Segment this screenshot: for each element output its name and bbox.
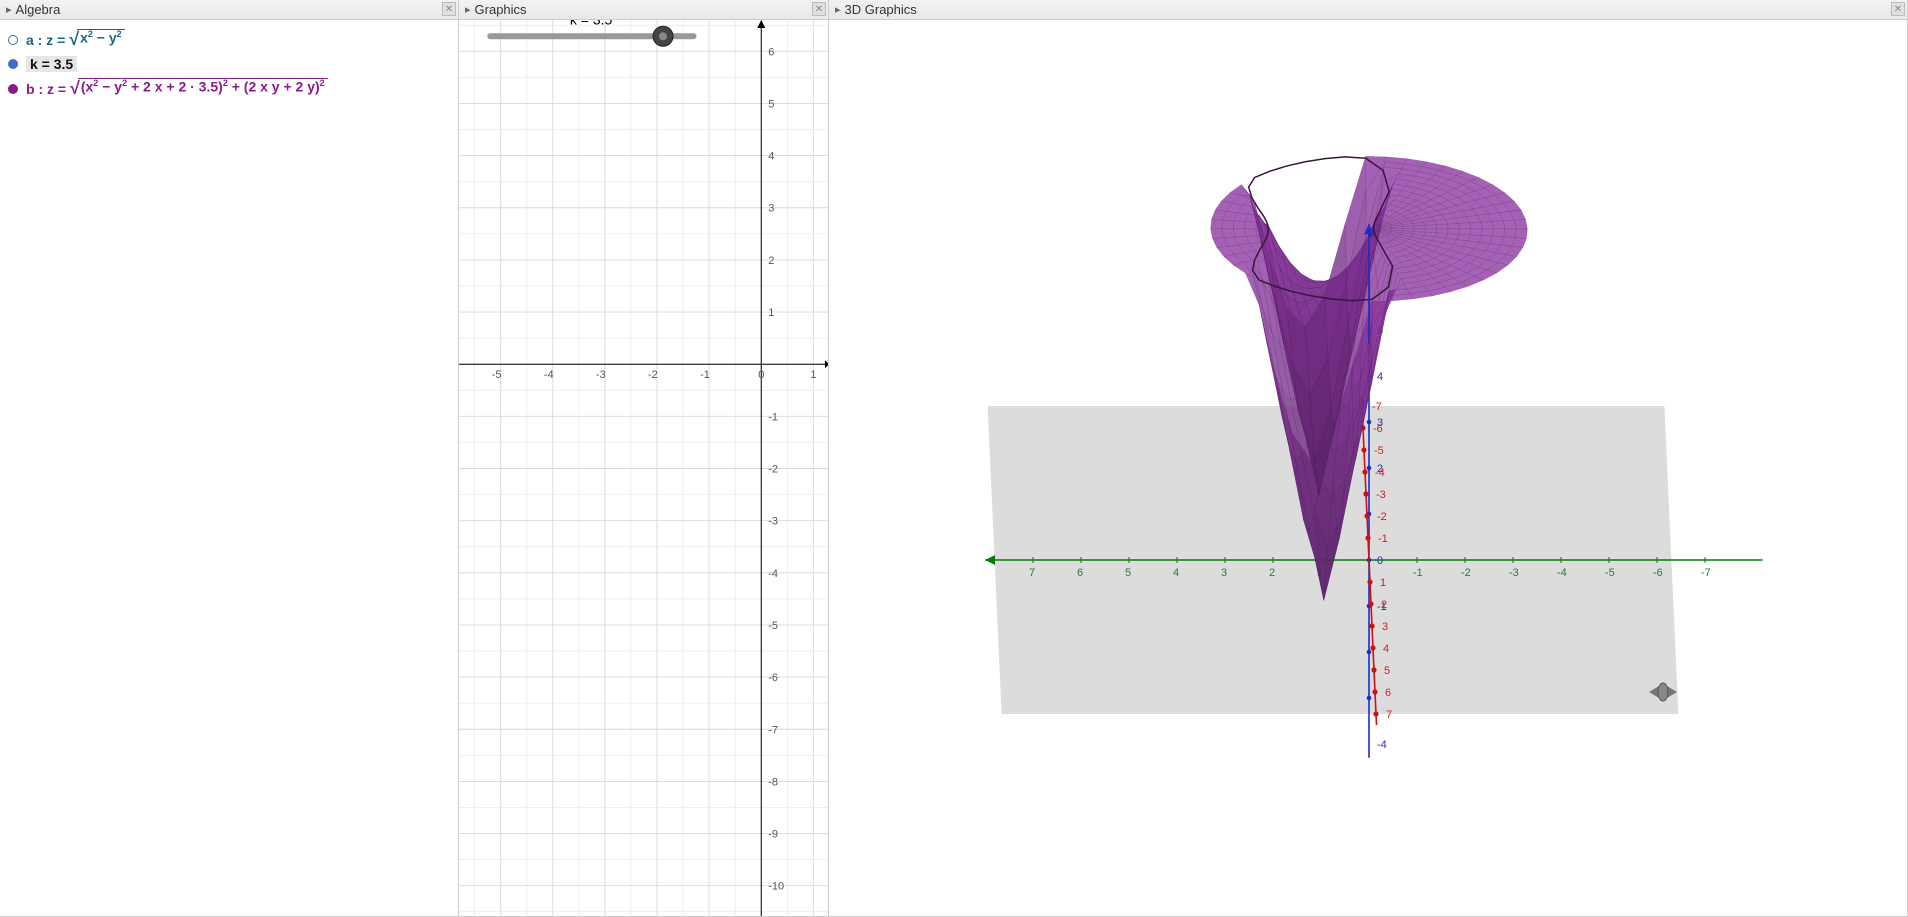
algebra-expr-b: b : z = √(x2 − y2 + 2 x + 2 · 3.5)2 + (2… bbox=[26, 78, 328, 99]
algebra-panel: ▸ Algebra ✕ a : z = √x2 − y2 k = 3.5 b :… bbox=[0, 0, 459, 917]
svg-text:-4: -4 bbox=[544, 369, 554, 381]
svg-text:-1: -1 bbox=[768, 411, 778, 423]
graphics-svg[interactable]: -5-4-3-2-101654321-1-2-3-4-5-6-7-8-9-10k… bbox=[459, 20, 828, 916]
graphics3d-header[interactable]: ▸ 3D Graphics ✕ bbox=[829, 0, 1907, 20]
svg-text:6: 6 bbox=[1077, 567, 1083, 579]
visibility-toggle-b[interactable] bbox=[8, 84, 18, 94]
chevron-right-icon: ▸ bbox=[835, 3, 841, 16]
svg-text:4: 4 bbox=[768, 151, 774, 163]
algebra-expr-a: a : z = √x2 − y2 bbox=[26, 29, 125, 50]
svg-text:-9: -9 bbox=[768, 829, 778, 841]
svg-text:-5: -5 bbox=[1374, 445, 1384, 457]
svg-text:6: 6 bbox=[1385, 687, 1391, 699]
svg-text:-4: -4 bbox=[1377, 739, 1387, 751]
svg-text:1: 1 bbox=[768, 307, 774, 319]
svg-text:1: 1 bbox=[1380, 577, 1386, 589]
graphics-header[interactable]: ▸ Graphics ✕ bbox=[459, 0, 828, 20]
svg-text:-6: -6 bbox=[1653, 567, 1663, 579]
svg-text:-5: -5 bbox=[492, 369, 502, 381]
svg-text:-4: -4 bbox=[1557, 567, 1567, 579]
svg-text:0: 0 bbox=[758, 369, 764, 381]
svg-text:-5: -5 bbox=[1605, 567, 1615, 579]
close-icon[interactable]: ✕ bbox=[442, 2, 456, 16]
algebra-title: Algebra bbox=[16, 2, 61, 17]
chevron-right-icon: ▸ bbox=[465, 3, 471, 16]
algebra-header[interactable]: ▸ Algebra ✕ bbox=[0, 0, 458, 20]
svg-text:-8: -8 bbox=[768, 776, 778, 788]
svg-text:-10: -10 bbox=[768, 881, 784, 893]
svg-text:2: 2 bbox=[1269, 567, 1275, 579]
svg-text:3: 3 bbox=[768, 203, 774, 215]
algebra-item-a[interactable]: a : z = √x2 − y2 bbox=[8, 26, 450, 53]
svg-text:1: 1 bbox=[810, 369, 816, 381]
svg-text:-2: -2 bbox=[1461, 567, 1471, 579]
svg-text:-7: -7 bbox=[1372, 401, 1382, 413]
svg-text:2: 2 bbox=[768, 255, 774, 267]
svg-text:6: 6 bbox=[768, 46, 774, 58]
svg-text:-6: -6 bbox=[1373, 423, 1383, 435]
svg-text:-3: -3 bbox=[1509, 567, 1519, 579]
svg-text:-4: -4 bbox=[768, 568, 778, 580]
graphics3d-svg[interactable]: 7 6 5 4 3 2 1 -1 -2 -3 -4 -5 -6 -7 5 4 3 2 0 -1 -4 -7 -6 -5 -4 -3… bbox=[829, 20, 1907, 916]
svg-text:5: 5 bbox=[1125, 567, 1131, 579]
svg-text:-1: -1 bbox=[1413, 567, 1423, 579]
visibility-toggle-a[interactable] bbox=[8, 35, 18, 45]
svg-text:4: 4 bbox=[1383, 643, 1389, 655]
visibility-toggle-k[interactable] bbox=[8, 59, 18, 69]
svg-text:-1: -1 bbox=[700, 369, 710, 381]
svg-text:7: 7 bbox=[1029, 567, 1035, 579]
chevron-right-icon: ▸ bbox=[6, 3, 12, 16]
close-icon[interactable]: ✕ bbox=[1891, 2, 1905, 16]
algebra-expr-k: k = 3.5 bbox=[26, 56, 77, 72]
svg-text:-3: -3 bbox=[768, 516, 778, 528]
svg-text:7: 7 bbox=[1386, 709, 1392, 721]
svg-text:2: 2 bbox=[1381, 599, 1387, 611]
svg-text:4: 4 bbox=[1377, 371, 1383, 383]
svg-text:5: 5 bbox=[1384, 665, 1390, 677]
algebra-item-b[interactable]: b : z = √(x2 − y2 + 2 x + 2 · 3.5)2 + (2… bbox=[8, 75, 450, 102]
svg-text:-4: -4 bbox=[1375, 467, 1385, 479]
svg-text:0: 0 bbox=[1377, 555, 1383, 567]
svg-text:4: 4 bbox=[1173, 567, 1179, 579]
close-icon[interactable]: ✕ bbox=[812, 2, 826, 16]
slider-label: k = 3.5 bbox=[570, 20, 613, 27]
algebra-item-k[interactable]: k = 3.5 bbox=[8, 53, 450, 75]
svg-text:-1: -1 bbox=[1378, 533, 1388, 545]
graphics-panel: ▸ Graphics ✕ -5-4-3-2-101654321-1-2-3-4-… bbox=[459, 0, 829, 917]
algebra-body: a : z = √x2 − y2 k = 3.5 b : z = √(x2 − … bbox=[0, 20, 458, 108]
svg-text:-2: -2 bbox=[768, 464, 778, 476]
svg-text:3: 3 bbox=[1382, 621, 1388, 633]
svg-text:-3: -3 bbox=[1376, 489, 1386, 501]
svg-text:-2: -2 bbox=[1377, 511, 1387, 523]
svg-text:-7: -7 bbox=[1701, 567, 1711, 579]
graphics3d-panel: ▸ 3D Graphics ✕ 7 6 5 4 3 2 1 -1 -2 -3 -4 -5 -6 -7 5 4 3… bbox=[829, 0, 1908, 917]
graphics3d-canvas[interactable]: 7 6 5 4 3 2 1 -1 -2 -3 -4 -5 -6 -7 5 4 3 2 0 -1 -4 -7 -6 -5 -4 -3… bbox=[829, 20, 1907, 916]
svg-text:-3: -3 bbox=[596, 369, 606, 381]
svg-text:3: 3 bbox=[1221, 567, 1227, 579]
graphics-title: Graphics bbox=[475, 2, 527, 17]
svg-text:5: 5 bbox=[768, 98, 774, 110]
svg-text:-6: -6 bbox=[768, 672, 778, 684]
graphics3d-title: 3D Graphics bbox=[845, 2, 917, 17]
svg-text:-7: -7 bbox=[768, 724, 778, 736]
svg-text:-5: -5 bbox=[768, 620, 778, 632]
graphics-canvas[interactable]: -5-4-3-2-101654321-1-2-3-4-5-6-7-8-9-10k… bbox=[459, 20, 828, 916]
svg-text:-2: -2 bbox=[648, 369, 658, 381]
